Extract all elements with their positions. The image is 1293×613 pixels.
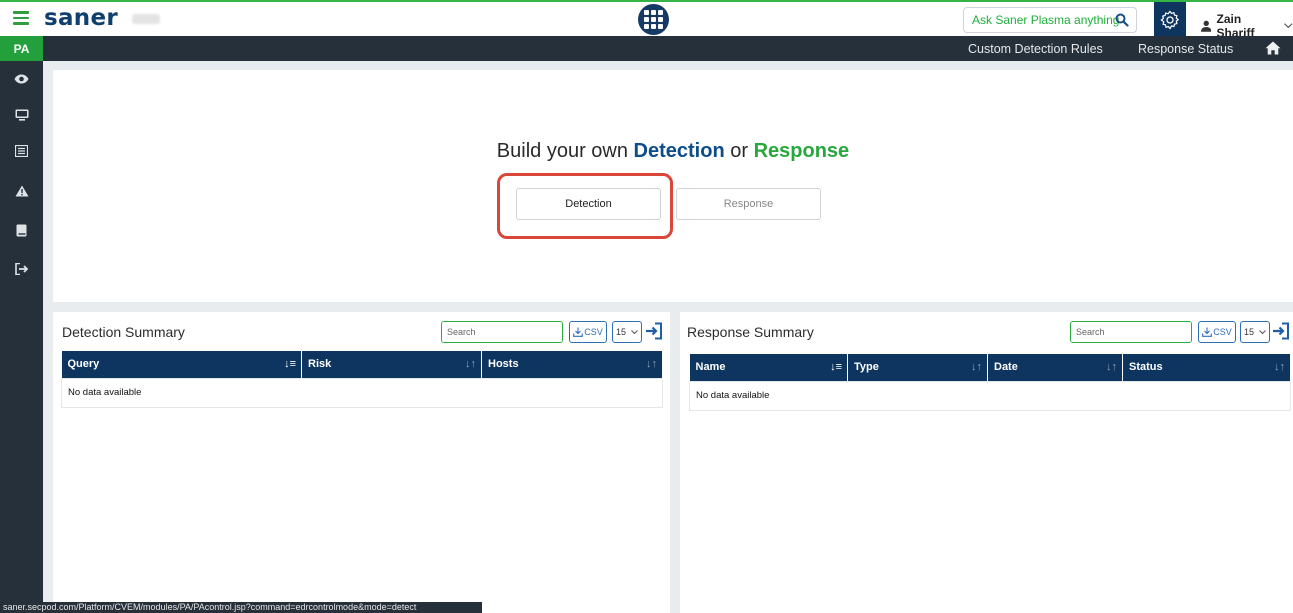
sort-icon: ↓↑ bbox=[971, 361, 982, 373]
hamburger-menu-icon[interactable] bbox=[13, 11, 29, 25]
column-label: Date bbox=[994, 361, 1018, 374]
export-icon[interactable] bbox=[1272, 322, 1290, 340]
response-summary-table: Name ↓≡ Type ↓↑ Date ↓↑ Status ↓↑ No data av… bbox=[689, 354, 1291, 411]
custom-detection-rules-link[interactable]: Custom Detection Rules bbox=[968, 42, 1103, 56]
list-icon[interactable] bbox=[13, 142, 30, 159]
column-label: Query bbox=[67, 358, 100, 371]
sort-icon: ↓↑ bbox=[465, 358, 476, 370]
sort-desc-icon: ↓≡ bbox=[830, 361, 842, 373]
detection-summary-title: Detection Summary bbox=[62, 324, 185, 340]
eye-icon[interactable] bbox=[13, 70, 30, 87]
settings-button[interactable] bbox=[1154, 2, 1186, 38]
chevron-down-icon bbox=[1259, 329, 1266, 334]
sort-desc-icon: ↓≡ bbox=[284, 358, 296, 370]
browser-status-url: saner.secpod.com/Platform/CVEM/modules/P… bbox=[0, 602, 482, 613]
monitor-icon[interactable] bbox=[13, 106, 30, 123]
column-header-risk[interactable]: Risk ↓↑ bbox=[301, 351, 482, 378]
builder-card: Build your own Detection or Response Det… bbox=[53, 70, 1293, 302]
builder-heading: Build your own Detection or Response bbox=[53, 140, 1293, 163]
response-search bbox=[1070, 321, 1192, 343]
gear-icon bbox=[1160, 10, 1179, 30]
response-summary-title: Response Summary bbox=[687, 324, 814, 340]
column-label: Hosts bbox=[488, 358, 519, 371]
page-size-value: 15 bbox=[616, 327, 627, 337]
column-header-type[interactable]: Type ↓↑ bbox=[847, 354, 988, 381]
page-size-value: 15 bbox=[1244, 327, 1255, 337]
column-label: Name bbox=[695, 361, 726, 374]
column-label: Type bbox=[854, 361, 879, 374]
column-header-query[interactable]: Query ↓≡ bbox=[61, 351, 302, 378]
detection-search bbox=[441, 321, 563, 343]
table-row-empty: No data available bbox=[689, 380, 1291, 411]
csv-label: CSV bbox=[584, 327, 603, 337]
heading-or: or bbox=[730, 140, 749, 162]
export-icon[interactable] bbox=[645, 322, 663, 340]
sub-navbar: Custom Detection Rules Response Status bbox=[43, 36, 1293, 61]
empty-table-message: No data available bbox=[689, 380, 1291, 411]
detection-summary-panel: Detection Summary CSV 15 Query ↓≡ Risk ↓↑ … bbox=[53, 312, 670, 613]
response-csv-button[interactable]: CSV bbox=[1198, 321, 1236, 343]
home-icon[interactable] bbox=[1265, 41, 1281, 55]
ask-saner-placeholder: Ask Saner Plasma anything ! bbox=[972, 13, 1127, 27]
top-header: saner Ask Saner Plasma anything ! Zain S… bbox=[0, 0, 1293, 40]
table-row-empty: No data available bbox=[61, 377, 663, 408]
apps-grid-icon bbox=[644, 10, 649, 15]
csv-label: CSV bbox=[1213, 327, 1232, 337]
warning-icon[interactable] bbox=[13, 182, 30, 199]
sort-icon: ↓↑ bbox=[1106, 361, 1117, 373]
search-icon[interactable] bbox=[1115, 13, 1129, 27]
detection-summary-table: Query ↓≡ Risk ↓↑ Hosts ↓↑ No data available bbox=[61, 351, 663, 408]
heading-prefix: Build your own bbox=[496, 140, 628, 162]
response-page-size-select[interactable]: 15 bbox=[1240, 321, 1270, 343]
left-sidebar: PA bbox=[0, 36, 43, 613]
sort-icon: ↓↑ bbox=[646, 358, 657, 370]
column-label: Risk bbox=[308, 358, 332, 371]
response-search-input[interactable] bbox=[1071, 322, 1191, 342]
detection-csv-button[interactable]: CSV bbox=[569, 321, 607, 343]
response-button[interactable]: Response bbox=[676, 188, 821, 220]
column-label: Status bbox=[1129, 361, 1163, 374]
empty-table-message: No data available bbox=[61, 377, 663, 408]
chevron-down-icon bbox=[631, 329, 638, 334]
column-header-hosts[interactable]: Hosts ↓↑ bbox=[481, 351, 663, 378]
module-badge[interactable]: PA bbox=[0, 36, 43, 61]
response-status-link[interactable]: Response Status bbox=[1138, 42, 1233, 56]
sign-out-icon[interactable] bbox=[13, 260, 30, 277]
column-header-date[interactable]: Date ↓↑ bbox=[987, 354, 1123, 381]
detection-page-size-select[interactable]: 15 bbox=[612, 321, 642, 343]
response-summary-panel: Response Summary CSV 15 Name ↓≡ Type ↓↑ Da… bbox=[680, 312, 1293, 613]
chevron-down-icon bbox=[1284, 23, 1293, 29]
column-header-name[interactable]: Name ↓≡ bbox=[689, 354, 848, 381]
download-icon bbox=[1202, 327, 1213, 337]
user-icon bbox=[1201, 20, 1212, 32]
brand-subtitle-blurred bbox=[132, 14, 160, 24]
sort-icon: ↓↑ bbox=[1274, 361, 1285, 373]
book-icon[interactable] bbox=[13, 222, 30, 239]
column-header-status[interactable]: Status ↓↑ bbox=[1122, 354, 1291, 381]
heading-detection: Detection bbox=[633, 140, 725, 162]
download-icon bbox=[573, 327, 584, 337]
ask-saner-input[interactable]: Ask Saner Plasma anything ! bbox=[963, 7, 1137, 33]
brand-logo[interactable]: saner bbox=[44, 5, 118, 31]
heading-response: Response bbox=[753, 140, 850, 162]
apps-grid-button[interactable] bbox=[638, 4, 669, 35]
detection-button[interactable]: Detection bbox=[516, 188, 661, 220]
detection-search-input[interactable] bbox=[442, 322, 562, 342]
